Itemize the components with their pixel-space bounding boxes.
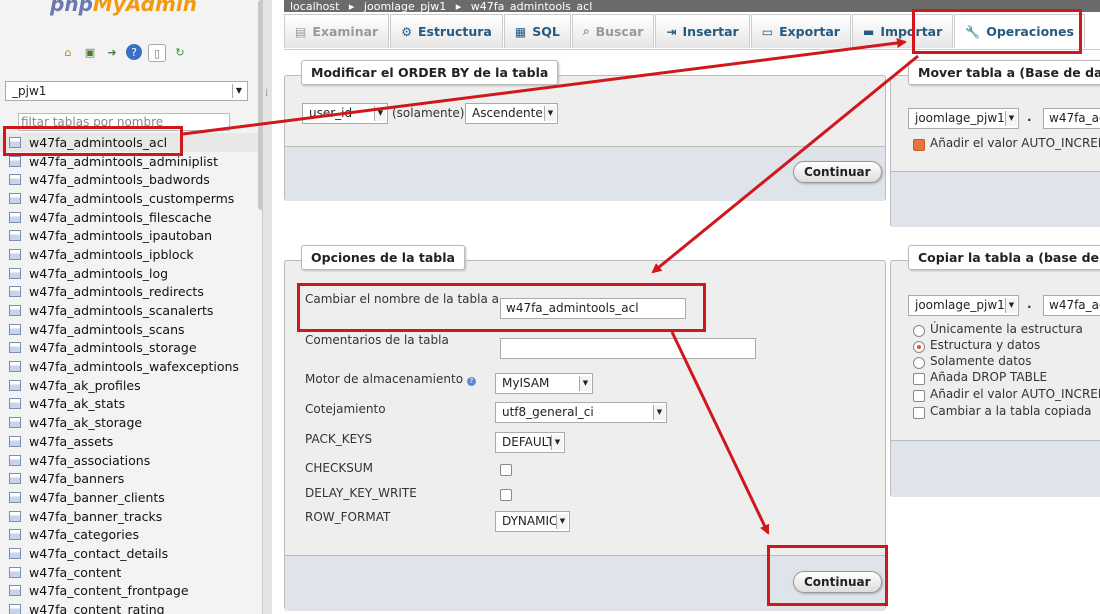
- annotation-arrow-to-rename: [651, 54, 919, 274]
- annotation-arrow-to-operations: [182, 38, 907, 136]
- annotation-arrows: [182, 38, 919, 535]
- annotation-arrow-to-continue: [670, 331, 770, 535]
